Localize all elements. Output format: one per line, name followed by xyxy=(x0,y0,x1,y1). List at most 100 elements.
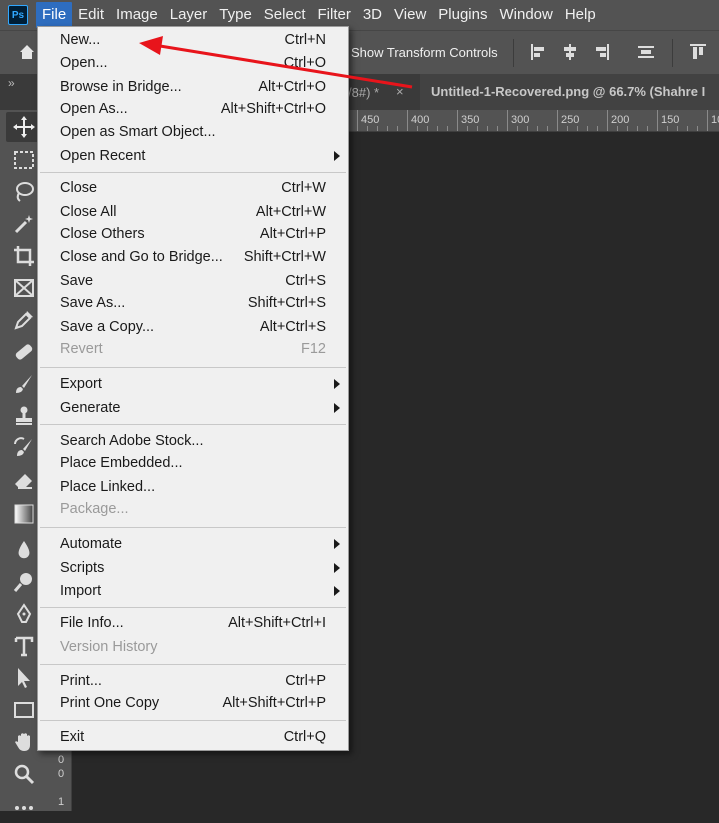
menu-item-shortcut: Alt+Ctrl+O xyxy=(258,79,326,95)
align-top-icon[interactable] xyxy=(688,42,708,62)
menu-select[interactable]: Select xyxy=(258,2,312,28)
menu-item-shortcut: Alt+Ctrl+W xyxy=(255,204,326,220)
menu-item-close-all[interactable]: Close All Alt+Ctrl+W xyxy=(38,201,348,223)
menu-item-close[interactable]: Close Ctrl+W xyxy=(38,177,348,199)
dodge-tool-icon[interactable] xyxy=(12,570,36,594)
zoom-tool-icon[interactable] xyxy=(12,762,36,786)
menu-item-label: Open... xyxy=(60,55,108,71)
menu-file[interactable]: File xyxy=(36,2,73,28)
menu-item-revert: Revert F12 xyxy=(38,338,348,360)
menu-item-label: Import xyxy=(60,583,102,599)
submenu-arrow-icon xyxy=(334,403,340,413)
menu-separator xyxy=(40,367,346,368)
marquee-tool-icon[interactable] xyxy=(12,148,36,172)
menu-item-close-and-go-to-bridge[interactable]: Close and Go to Bridge... Shift+Ctrl+W xyxy=(38,246,348,268)
menu-item-label: Close Others xyxy=(60,226,145,242)
menu-item-automate[interactable]: Automate xyxy=(38,533,348,555)
menu-item-print[interactable]: Print... Ctrl+P xyxy=(38,670,348,692)
eyedropper-tool-icon[interactable] xyxy=(12,308,36,332)
menu-item-label: Close and Go to Bridge... xyxy=(60,249,223,265)
align-left-icon[interactable] xyxy=(528,42,548,62)
eraser-tool-icon[interactable] xyxy=(12,468,36,492)
menu-item-shortcut: Alt+Shift+Ctrl+I xyxy=(228,615,326,631)
ruler-label: 0 xyxy=(58,768,65,780)
ruler-label: 1 xyxy=(58,796,65,808)
menu-item-shortcut: Ctrl+S xyxy=(285,273,326,289)
show-transform-controls-label[interactable]: Show Transform Controls xyxy=(351,45,498,60)
history-brush-tool-icon[interactable] xyxy=(12,436,36,460)
clone-stamp-tool-icon[interactable] xyxy=(12,404,36,428)
options-divider xyxy=(513,39,514,67)
menu-type[interactable]: Type xyxy=(213,2,258,28)
menu-help[interactable]: Help xyxy=(559,2,602,28)
menu-item-save[interactable]: Save Ctrl+S xyxy=(38,270,348,292)
menu-item-label: Print One Copy xyxy=(60,695,160,711)
pen-tool-icon[interactable] xyxy=(12,602,36,626)
menu-item-search-adobe-stock[interactable]: Search Adobe Stock... xyxy=(38,430,348,452)
ruler-label: 100 xyxy=(711,114,719,126)
menu-item-place-embedded[interactable]: Place Embedded... xyxy=(38,452,348,474)
panel-expand-icon[interactable]: » xyxy=(8,76,15,90)
align-center-icon[interactable] xyxy=(560,42,580,62)
menu-item-browse-in-bridge[interactable]: Browse in Bridge... Alt+Ctrl+O xyxy=(38,76,348,98)
menu-item-new[interactable]: New... Ctrl+N xyxy=(38,29,348,51)
menu-edit[interactable]: Edit xyxy=(72,2,110,28)
document-tab-2[interactable]: Untitled-1-Recovered.png @ 66.7% (Shahre… xyxy=(420,74,719,110)
menu-item-import[interactable]: Import xyxy=(38,580,348,602)
menu-plugins[interactable]: Plugins xyxy=(432,2,493,28)
menu-item-label: Automate xyxy=(60,536,123,552)
ruler-label: 250 xyxy=(561,114,580,126)
document-tab-2-title: Untitled-1-Recovered.png @ 66.7% (Shahre… xyxy=(431,84,706,99)
menu-window[interactable]: Window xyxy=(493,2,558,28)
close-icon[interactable]: × xyxy=(396,84,404,99)
magic-wand-tool-icon[interactable] xyxy=(12,212,36,236)
menu-item-save-as[interactable]: Save As... Shift+Ctrl+S xyxy=(38,292,348,314)
menu-item-exit[interactable]: Exit Ctrl+Q xyxy=(38,726,348,748)
crop-tool-icon[interactable] xyxy=(12,244,36,268)
distribute-icon[interactable] xyxy=(636,42,656,62)
menu-separator xyxy=(40,607,346,608)
menu-item-label: Save a Copy... xyxy=(60,319,155,335)
menu-item-shortcut: Ctrl+N xyxy=(284,32,327,48)
menu-layer[interactable]: Layer xyxy=(164,2,214,28)
menu-item-place-linked[interactable]: Place Linked... xyxy=(38,476,348,498)
healing-brush-tool-icon[interactable] xyxy=(12,340,36,364)
menu-item-open[interactable]: Open... Ctrl+O xyxy=(38,52,348,74)
menu-filter[interactable]: Filter xyxy=(312,2,357,28)
menu-item-file-info[interactable]: File Info... Alt+Shift+Ctrl+I xyxy=(38,612,348,634)
more-tools-icon[interactable] xyxy=(12,794,36,818)
lasso-tool-icon[interactable] xyxy=(12,180,36,204)
rectangle-tool-icon[interactable] xyxy=(12,698,36,722)
menu-item-close-others[interactable]: Close Others Alt+Ctrl+P xyxy=(38,223,348,245)
ruler-label: 450 xyxy=(361,114,380,126)
brush-tool-icon[interactable] xyxy=(12,372,36,396)
menu-item-label: Save As... xyxy=(60,295,126,311)
menu-item-label: Open As... xyxy=(60,101,128,117)
menu-3d[interactable]: 3D xyxy=(357,2,388,28)
menu-item-open-as-smart-object[interactable]: Open as Smart Object... xyxy=(38,121,348,143)
menu-item-label: Print... xyxy=(60,673,102,689)
menu-item-generate[interactable]: Generate xyxy=(38,397,348,419)
menu-item-label: Place Linked... xyxy=(60,479,156,495)
hand-tool-icon[interactable] xyxy=(12,730,36,754)
blur-tool-icon[interactable] xyxy=(12,538,36,562)
menu-item-open-recent[interactable]: Open Recent xyxy=(38,145,348,167)
menu-item-label: Exit xyxy=(60,729,85,745)
menu-item-label: Close All xyxy=(60,204,117,220)
menu-item-print-one-copy[interactable]: Print One Copy Alt+Shift+Ctrl+P xyxy=(38,692,348,714)
document-tab-1-title: /8#) * xyxy=(348,85,380,100)
frame-tool-icon[interactable] xyxy=(12,276,36,300)
menu-item-save-a-copy[interactable]: Save a Copy... Alt+Ctrl+S xyxy=(38,316,348,338)
path-selection-tool-icon[interactable] xyxy=(12,666,36,690)
align-right-icon[interactable] xyxy=(592,42,612,62)
menu-view[interactable]: View xyxy=(388,2,432,28)
submenu-arrow-icon xyxy=(334,586,340,596)
home-icon[interactable] xyxy=(18,43,36,61)
menu-item-export[interactable]: Export xyxy=(38,373,348,395)
menu-item-open-as[interactable]: Open As... Alt+Shift+Ctrl+O xyxy=(38,98,348,120)
file-menu-dropdown: New... Ctrl+N Open... Ctrl+O Browse in Bri… xyxy=(37,26,349,751)
type-tool-icon[interactable] xyxy=(12,634,36,658)
menu-item-scripts[interactable]: Scripts xyxy=(38,557,348,579)
menu-image[interactable]: Image xyxy=(110,2,164,28)
gradient-tool-icon[interactable] xyxy=(12,502,36,526)
